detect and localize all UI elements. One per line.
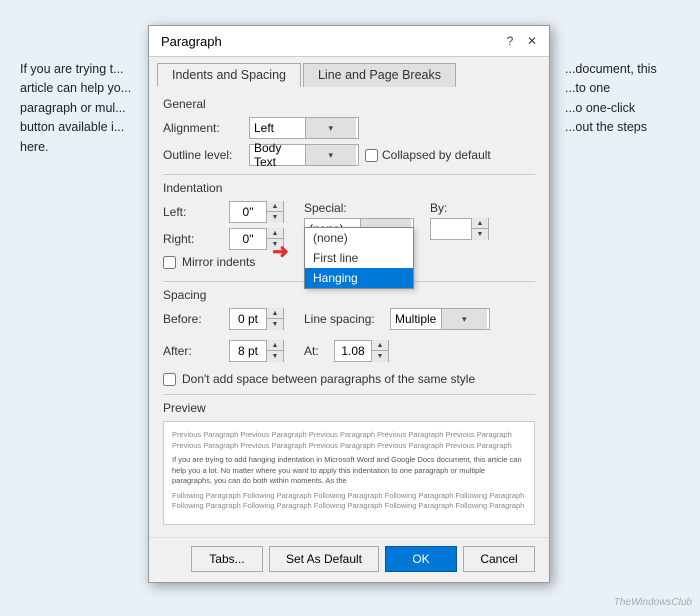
indent-right-label: Right: [163,232,223,246]
spacing-after-input[interactable] [230,341,266,361]
indentation-section-label: Indentation [163,181,535,195]
indent-right-spinner[interactable]: ▲ ▼ [229,228,284,250]
outline-select[interactable]: Body Text ▾ [249,144,359,166]
at-spinner[interactable]: ▲ ▼ [334,340,389,362]
at-input[interactable] [335,341,371,361]
spacing-before-down[interactable]: ▼ [267,319,283,330]
collapsed-checkbox-row: Collapsed by default [365,148,491,162]
mirror-indents-row: Mirror indents [163,255,284,269]
outline-label: Outline level: [163,148,243,162]
tab-line-page-breaks[interactable]: Line and Page Breaks [303,63,456,87]
alignment-row: Alignment: Left ▾ [163,117,535,139]
ok-button[interactable]: OK [385,546,457,572]
tab-bar: Indents and Spacing Line and Page Breaks [149,57,549,87]
line-spacing-select[interactable]: Multiple ▾ [390,308,490,330]
indent-right-row: Right: ▲ ▼ [163,228,284,250]
by-down-arrow[interactable]: ▼ [472,229,488,240]
spacing-before-input[interactable] [230,309,266,329]
cancel-button[interactable]: Cancel [463,546,535,572]
spacing-section-label: Spacing [163,288,535,302]
paragraph-dialog: Paragraph ? ✕ Indents and Spacing Line a… [148,25,550,583]
no-space-row: Don't add space between paragraphs of th… [163,372,535,386]
spacing-before-label: Before: [163,312,223,326]
title-bar: Paragraph ? ✕ [149,26,549,57]
line-spacing-label: Line spacing: [304,312,384,326]
special-area: Special: (none) ▾ By: ▲ ▼ [304,201,535,244]
line-spacing-arrow-icon: ▾ [441,309,488,329]
mirror-indents-checkbox[interactable] [163,256,176,269]
dropdown-item-none[interactable]: (none) [305,228,413,248]
title-bar-controls: ? ✕ [501,32,541,50]
close-button[interactable]: ✕ [523,32,541,50]
dialog-buttons: Tabs... Set As Default OK Cancel [149,537,549,582]
no-space-label: Don't add space between paragraphs of th… [182,372,475,386]
indent-left-arrows: ▲ ▼ [266,201,283,223]
preview-area: Previous Paragraph Previous Paragraph Pr… [163,421,535,525]
general-divider [163,174,535,175]
spacing-before-up[interactable]: ▲ [267,308,283,319]
by-input[interactable] [431,219,471,239]
spacing-before-arrows: ▲ ▼ [266,308,283,330]
indent-right-input[interactable] [230,229,266,249]
spacing-before-spinner[interactable]: ▲ ▼ [229,308,284,330]
indent-left-label: Left: [163,205,223,219]
line-spacing-row: Line spacing: Multiple ▾ [304,308,490,330]
help-button[interactable]: ? [501,32,519,50]
special-dropdown-popup: (none) First line Hanging [304,227,414,289]
no-space-checkbox[interactable] [163,373,176,386]
mirror-indents-label: Mirror indents [182,255,255,269]
spacing-after-up[interactable]: ▲ [267,340,283,351]
set-default-button[interactable]: Set As Default [269,546,379,572]
by-spinner[interactable]: ▲ ▼ [430,218,489,240]
alignment-arrow-icon: ▾ [305,118,357,138]
collapsed-label: Collapsed by default [382,148,491,162]
spacing-after-row: After: ▲ ▼ [163,340,284,362]
at-up[interactable]: ▲ [372,340,388,351]
dialog-title: Paragraph [161,34,222,49]
background-text-right: ...document, this ...to one ...o one-cli… [565,60,685,138]
collapsed-checkbox[interactable] [365,149,378,162]
at-down[interactable]: ▼ [372,351,388,362]
spacing-after-spinner[interactable]: ▲ ▼ [229,340,284,362]
indent-right-arrows: ▲ ▼ [266,228,283,250]
spacing-after-down[interactable]: ▼ [267,351,283,362]
outline-row: Outline level: Body Text ▾ Collapsed by … [163,144,535,166]
tabs-button[interactable]: Tabs... [191,546,263,572]
outline-arrow-icon: ▾ [305,145,357,165]
spacing-after-label: After: [163,344,223,358]
alignment-select[interactable]: Left ▾ [249,117,359,139]
tab-indents-spacing[interactable]: Indents and Spacing [157,63,301,87]
preview-section-label: Preview [163,401,535,415]
dialog-content: General Alignment: Left ▾ Outline level:… [149,87,549,537]
indent-left-row: Left: ▲ ▼ [163,201,284,223]
watermark: TheWindowsClub [614,597,692,608]
spacing-before-row: Before: ▲ ▼ [163,308,284,330]
by-label: By: [430,201,489,215]
indent-left-up-arrow[interactable]: ▲ [267,201,283,212]
general-section-label: General [163,97,535,111]
indent-left-spinner[interactable]: ▲ ▼ [229,201,284,223]
at-row: At: ▲ ▼ [304,340,389,362]
dropdown-item-hanging[interactable]: Hanging [305,268,413,288]
at-label: At: [304,344,328,358]
indent-left-input[interactable] [230,202,266,222]
indent-right-up-arrow[interactable]: ▲ [267,228,283,239]
indent-right-down-arrow[interactable]: ▼ [267,239,283,250]
background-text-left: If you are trying t... article can help … [20,60,165,157]
by-arrows: ▲ ▼ [471,218,488,240]
spacing-divider [163,394,535,395]
by-up-arrow[interactable]: ▲ [472,218,488,229]
preview-following-para: Following Paragraph Following Paragraph … [172,491,526,512]
preview-previous-para: Previous Paragraph Previous Paragraph Pr… [172,430,526,451]
alignment-label: Alignment: [163,121,243,135]
spacing-after-arrows: ▲ ▼ [266,340,283,362]
preview-main-text: If you are trying to add hanging indenta… [172,455,526,487]
at-arrows: ▲ ▼ [371,340,388,362]
indent-left-down-arrow[interactable]: ▼ [267,212,283,223]
special-label: Special: [304,201,414,215]
dropdown-item-firstline[interactable]: First line [305,248,413,268]
